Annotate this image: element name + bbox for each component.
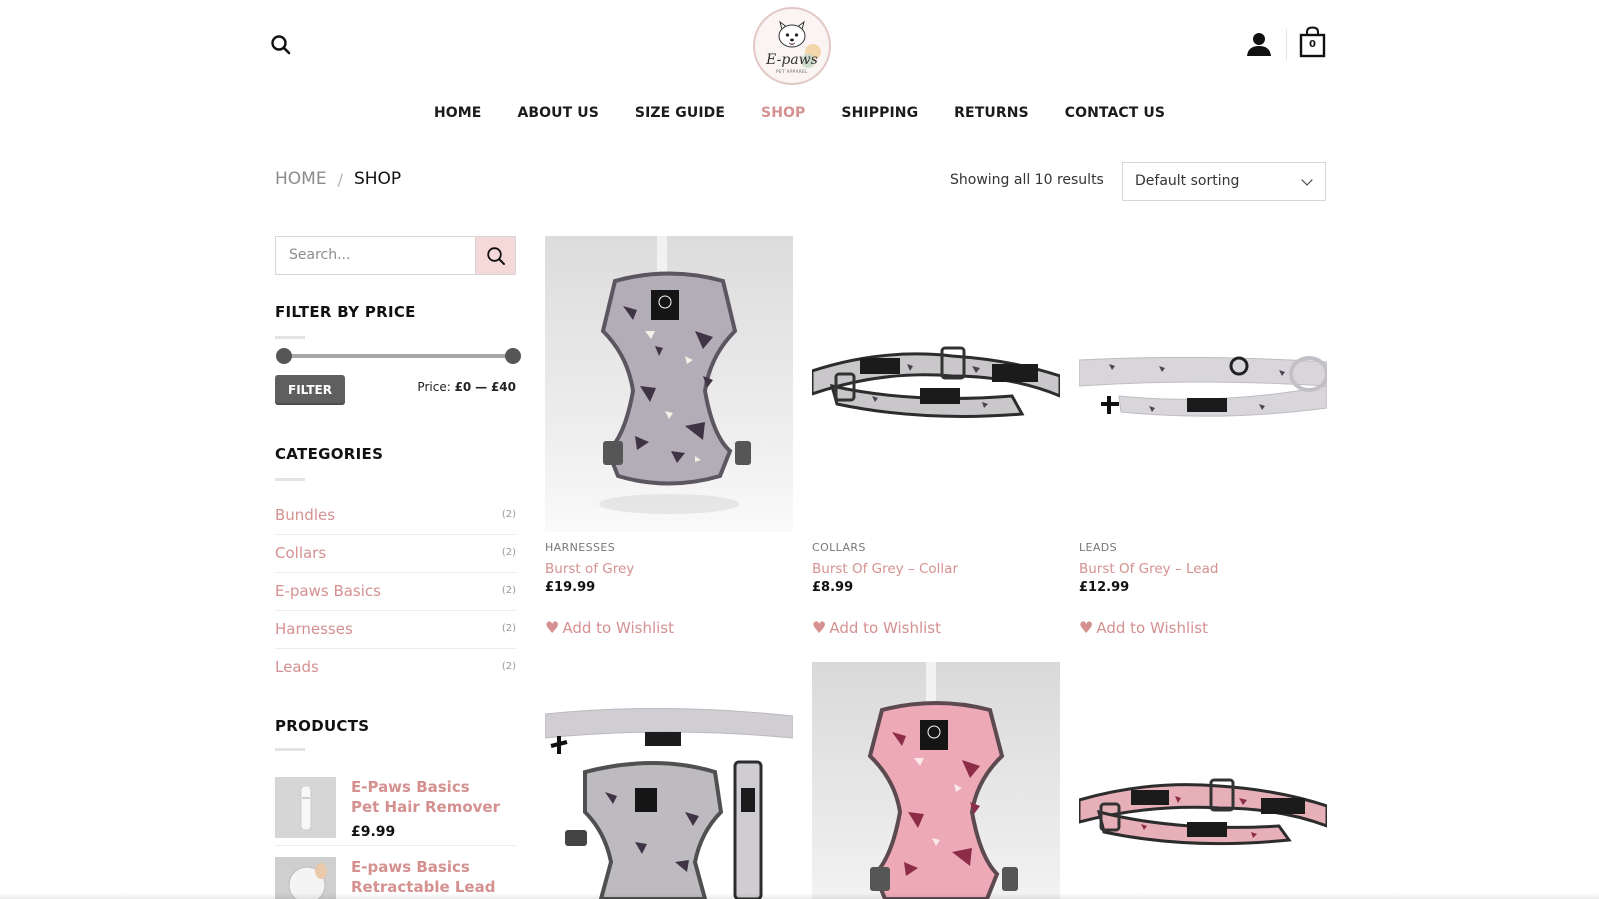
category-item-harnesses[interactable]: Harnesses (2)	[275, 611, 516, 649]
product-name[interactable]: Burst of Grey	[545, 561, 634, 577]
product-image[interactable]	[1079, 662, 1327, 899]
header-search-icon[interactable]	[270, 34, 294, 58]
cart-count: 0	[1309, 39, 1316, 50]
header-divider	[1286, 29, 1287, 60]
product-category: HARNESSES	[545, 541, 616, 554]
category-count: (2)	[501, 661, 516, 672]
filter-button[interactable]: FILTER	[275, 375, 345, 405]
product-thumbnail[interactable]	[275, 777, 336, 838]
result-count: Showing all 10 results	[950, 172, 1104, 188]
sidebar-product-divider	[275, 845, 516, 846]
heart-icon: ♥	[545, 618, 560, 637]
breadcrumb-current: SHOP	[353, 169, 402, 189]
cart-icon[interactable]: 0	[1299, 26, 1326, 58]
logo-wordmark: E-paws	[765, 52, 818, 68]
sidebar-product-name[interactable]: E-paws Basics Retractable Lead	[351, 857, 501, 897]
nav-home[interactable]: HOME	[434, 105, 482, 121]
product-price: £12.99	[1079, 580, 1130, 595]
product-image[interactable]	[545, 662, 793, 899]
wishlist-label: Add to Wishlist	[829, 618, 942, 637]
heart-icon: ♥	[812, 618, 827, 637]
add-to-wishlist-link[interactable]: ♥ Add to Wishlist	[1079, 618, 1208, 637]
price-max: £40	[490, 380, 516, 394]
price-range-label: Price: £0 — £40	[417, 380, 516, 394]
sidebar-product-price: £9.99	[351, 824, 396, 840]
category-name[interactable]: E-paws Basics	[275, 582, 381, 600]
title-divider	[275, 478, 305, 481]
nav-shop[interactable]: SHOP	[761, 105, 805, 121]
breadcrumb-home[interactable]: HOME	[275, 169, 327, 189]
breadcrumb-separator: /	[337, 169, 343, 189]
category-count: (2)	[501, 585, 516, 596]
nav-returns[interactable]: RETURNS	[954, 105, 1029, 121]
category-item-collars[interactable]: Collars (2)	[275, 535, 516, 573]
category-count: (2)	[501, 623, 516, 634]
category-item-epaws-basics[interactable]: E-paws Basics (2)	[275, 573, 516, 611]
product-image[interactable]	[545, 236, 793, 532]
logo-tagline: PET APPAREL	[776, 69, 808, 74]
category-name[interactable]: Collars	[275, 544, 326, 562]
products-title: PRODUCTS	[275, 717, 370, 735]
nav-about-us[interactable]: ABOUT US	[517, 105, 598, 121]
product-image[interactable]	[812, 236, 1060, 532]
filter-by-price-title: FILTER BY PRICE	[275, 303, 416, 321]
nav-contact-us[interactable]: CONTACT US	[1065, 105, 1165, 121]
wishlist-label: Add to Wishlist	[562, 618, 675, 637]
product-price: £8.99	[812, 580, 854, 595]
category-name[interactable]: Harnesses	[275, 620, 353, 638]
title-divider	[275, 336, 305, 339]
sidebar-product-name[interactable]: E-Paws Basics Pet Hair Remover	[351, 777, 501, 817]
product-search-button[interactable]	[475, 236, 516, 275]
price-prefix: Price:	[417, 380, 451, 394]
nav-size-guide[interactable]: SIZE GUIDE	[635, 105, 725, 121]
sort-select[interactable]: Default sorting	[1122, 162, 1326, 201]
product-image[interactable]	[1079, 236, 1327, 532]
add-to-wishlist-link[interactable]: ♥ Add to Wishlist	[812, 618, 941, 637]
category-list: Bundles (2) Collars (2) E-paws Basics (2…	[275, 497, 516, 687]
category-item-bundles[interactable]: Bundles (2)	[275, 497, 516, 535]
search-icon	[487, 247, 505, 265]
price-dash: —	[475, 380, 488, 394]
categories-title: CATEGORIES	[275, 445, 384, 463]
product-price: £19.99	[545, 580, 596, 595]
price-slider-max-handle[interactable]	[505, 348, 521, 364]
price-min: £0	[454, 380, 472, 394]
category-name[interactable]: Leads	[275, 658, 319, 676]
category-item-leads[interactable]: Leads (2)	[275, 649, 516, 687]
add-to-wishlist-link[interactable]: ♥ Add to Wishlist	[545, 618, 674, 637]
product-search-input[interactable]: Search...	[275, 236, 475, 275]
title-divider	[275, 748, 305, 751]
price-slider-track[interactable]	[283, 354, 512, 358]
heart-icon: ♥	[1079, 618, 1094, 637]
account-icon[interactable]	[1246, 31, 1272, 57]
product-name[interactable]: Burst Of Grey – Collar	[812, 561, 958, 577]
breadcrumb: HOME / SHOP	[275, 169, 401, 189]
viewport-bottom-shadow	[0, 893, 1599, 899]
wishlist-label: Add to Wishlist	[1096, 618, 1209, 637]
price-slider-min-handle[interactable]	[276, 348, 292, 364]
site-logo[interactable]: E-paws PET APPAREL	[752, 6, 832, 86]
main-navigation: HOME ABOUT US SIZE GUIDE SHOP SHIPPING R…	[0, 105, 1599, 121]
category-count: (2)	[501, 509, 516, 520]
sort-selected-value: Default sorting	[1135, 173, 1240, 189]
chevron-down-icon	[1301, 174, 1313, 186]
product-category: LEADS	[1079, 541, 1118, 554]
product-image[interactable]	[812, 662, 1060, 899]
product-category: COLLARS	[812, 541, 866, 554]
product-name[interactable]: Burst Of Grey – Lead	[1079, 561, 1218, 577]
category-count: (2)	[501, 547, 516, 558]
nav-shipping[interactable]: SHIPPING	[841, 105, 918, 121]
category-name[interactable]: Bundles	[275, 506, 335, 524]
